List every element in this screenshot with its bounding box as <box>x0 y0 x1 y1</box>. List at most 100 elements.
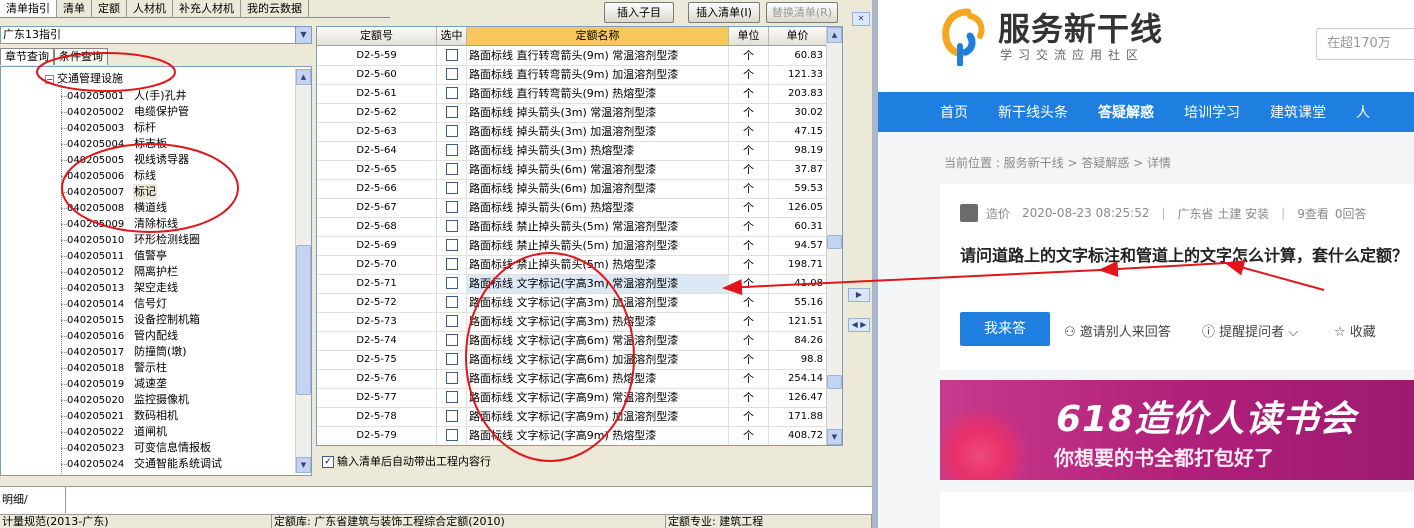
scroll-up-icon[interactable]: ▲ <box>296 69 311 85</box>
tree-item[interactable]: 040205002 电缆保护管 <box>61 104 223 120</box>
tree-item[interactable]: 040205001 人(手)孔井 <box>61 88 223 104</box>
search-input[interactable]: 在超170万 <box>1316 28 1414 60</box>
table-row[interactable]: D2-5-61 路面标线 直行转弯箭头(9m) 热熔型漆个 203.83 <box>317 85 827 104</box>
chevron-down-icon[interactable]: ▼ <box>295 27 311 43</box>
checkbox-icon[interactable] <box>445 296 458 308</box>
select-checkbox[interactable] <box>437 427 467 445</box>
col-quota-name[interactable]: 定额名称 <box>467 27 729 45</box>
tree-item[interactable]: 040205008 横道线 <box>61 200 223 216</box>
col-quota-id[interactable]: 定额号 <box>317 27 437 45</box>
nav-training[interactable]: 培训学习 <box>1184 102 1240 122</box>
table-row[interactable]: D2-5-78 路面标线 文字标记(字高9m) 加温溶剂型漆个 171.88 <box>317 408 827 427</box>
select-checkbox[interactable] <box>437 237 467 255</box>
collect-button[interactable]: ☆ 收藏 <box>1334 321 1376 340</box>
tree-item[interactable]: 040205006 标线 <box>61 168 223 184</box>
table-row[interactable]: D2-5-74 路面标线 文字标记(字高6m) 常温溶剂型漆个 84.26 <box>317 332 827 351</box>
select-checkbox[interactable] <box>437 218 467 236</box>
tree-item[interactable]: 040205014 信号灯 <box>61 296 223 312</box>
grid-scrollbar[interactable]: ▲ ▼ <box>826 27 842 445</box>
table-row[interactable]: D2-5-79 路面标线 文字标记(字高9m) 热熔型漆个 408.72 <box>317 427 827 445</box>
checkbox-icon[interactable] <box>445 391 458 403</box>
nav-classroom[interactable]: 建筑课堂 <box>1270 102 1326 122</box>
checkbox-icon[interactable] <box>445 68 458 80</box>
tree-scrollbar[interactable]: ▲ ▼ <box>295 69 311 473</box>
checkbox-icon[interactable] <box>445 334 458 346</box>
promo-banner[interactable]: 618造价人读书会 你想要的书全都打包好了 <box>940 380 1414 480</box>
tree-item[interactable]: 040205024 交通智能系统调试 <box>61 456 223 472</box>
scroll-down-icon[interactable]: ▼ <box>296 457 311 473</box>
tree-item[interactable]: 040205010 环形检测线圈 <box>61 232 223 248</box>
checkbox-icon[interactable] <box>445 353 458 365</box>
tab-list-guide[interactable]: 清单指引 <box>0 0 57 17</box>
left-right-icon[interactable]: ◀ ▶ <box>848 318 870 332</box>
tab-cloud-data[interactable]: 我的云数据 <box>241 0 309 17</box>
table-row[interactable]: D2-5-60 路面标线 直行转弯箭头(9m) 加温溶剂型漆个 121.33 <box>317 66 827 85</box>
tree-item[interactable]: 040205019 减速垄 <box>61 376 223 392</box>
checkbox-icon[interactable] <box>445 87 458 99</box>
select-checkbox[interactable] <box>437 180 467 198</box>
tree-item[interactable]: 040205023 可变信息情报板 <box>61 440 223 456</box>
checkbox-icon[interactable] <box>445 49 458 61</box>
collapse-icon[interactable]: − <box>45 74 54 84</box>
tree-item[interactable]: 040205021 数码相机 <box>61 408 223 424</box>
tab-labor-material[interactable]: 人材机 <box>127 0 173 17</box>
question-user[interactable]: 造价 <box>986 205 1010 222</box>
table-row[interactable]: D2-5-62 路面标线 掉头箭头(3m) 常温溶剂型漆个 30.02 <box>317 104 827 123</box>
select-checkbox[interactable] <box>437 408 467 426</box>
site-brand[interactable]: 服务新干线 <box>998 4 1163 50</box>
checkbox-icon[interactable] <box>445 239 458 251</box>
table-row[interactable]: D2-5-75 路面标线 文字标记(字高6m) 加温溶剂型漆个 98.8 <box>317 351 827 370</box>
tree-item[interactable]: 040205005 视线诱导器 <box>61 152 223 168</box>
tree-item[interactable]: 040205020 监控摄像机 <box>61 392 223 408</box>
tree-item[interactable]: 040205012 隔离护栏 <box>61 264 223 280</box>
insert-list-button[interactable]: 插入清单(I) <box>688 2 760 23</box>
table-row[interactable]: D2-5-68 路面标线 禁止掉头箭头(5m) 常温溶剂型漆个 60.31 <box>317 218 827 237</box>
tab-supplement[interactable]: 补充人材机 <box>173 0 241 17</box>
tab-chapter-query[interactable]: 章节查询 <box>0 48 54 65</box>
insert-child-button[interactable]: 插入子目 <box>604 2 674 23</box>
select-checkbox[interactable] <box>437 123 467 141</box>
scroll-up-icon[interactable]: ▲ <box>827 27 842 43</box>
tree-item[interactable]: 040205009 清除标线 <box>61 216 223 232</box>
tab-detail[interactable]: 明细/ <box>0 487 66 513</box>
tree-item[interactable]: 040205007 标记 <box>61 184 223 200</box>
tab-quota[interactable]: 定额 <box>92 0 127 17</box>
select-checkbox[interactable] <box>437 85 467 103</box>
select-checkbox[interactable] <box>437 313 467 331</box>
table-row[interactable]: D2-5-63 路面标线 掉头箭头(3m) 加温溶剂型漆个 47.15 <box>317 123 827 142</box>
checkbox-icon[interactable] <box>445 220 458 232</box>
scroll-thumb[interactable] <box>296 245 311 395</box>
scroll-down-icon[interactable]: ▼ <box>827 429 842 445</box>
select-checkbox[interactable] <box>437 275 467 293</box>
table-row[interactable]: D2-5-65 路面标线 掉头箭头(6m) 常温溶剂型漆个 37.87 <box>317 161 827 180</box>
replace-list-button[interactable]: 替换清单(R) <box>766 2 838 23</box>
table-row[interactable]: D2-5-73 路面标线 文字标记(字高3m) 热熔型漆个 121.51 <box>317 313 827 332</box>
table-row[interactable]: D2-5-59 路面标线 直行转弯箭头(9m) 常温溶剂型漆个 60.83 <box>317 47 827 66</box>
checkbox-icon[interactable] <box>445 106 458 118</box>
tree-item[interactable]: 040205018 警示柱 <box>61 360 223 376</box>
checkbox-icon[interactable] <box>445 125 458 137</box>
expand-icon[interactable]: ▶ <box>848 288 870 302</box>
select-checkbox[interactable] <box>437 351 467 369</box>
checkbox-icon[interactable] <box>445 372 458 384</box>
tree-item[interactable]: 040205004 标志板 <box>61 136 223 152</box>
tree-root-node[interactable]: − 交通管理设施 <box>45 72 123 86</box>
nav-more[interactable]: 人 <box>1356 102 1370 122</box>
tree-item[interactable]: 040205003 标杆 <box>61 120 223 136</box>
tab-condition-query[interactable]: 条件查询 <box>54 48 108 65</box>
guide-select[interactable]: 广东13指引 ▼ <box>0 26 312 44</box>
select-checkbox[interactable] <box>437 294 467 312</box>
select-checkbox[interactable] <box>437 256 467 274</box>
select-checkbox[interactable] <box>437 199 467 217</box>
tab-list[interactable]: 清单 <box>57 0 92 17</box>
nav-qa[interactable]: 答疑解惑 <box>1098 102 1154 122</box>
col-unit[interactable]: 单位 <box>729 27 769 45</box>
checkbox-icon[interactable] <box>445 144 458 156</box>
select-checkbox[interactable] <box>437 142 467 160</box>
table-row[interactable]: D2-5-72 路面标线 文字标记(字高3m) 加温溶剂型漆个 55.16 <box>317 294 827 313</box>
select-checkbox[interactable] <box>437 161 467 179</box>
checkbox-icon[interactable] <box>445 258 458 270</box>
scroll-thumb[interactable] <box>827 235 842 249</box>
col-price[interactable]: 单价 <box>769 27 827 45</box>
table-row[interactable]: D2-5-69 路面标线 禁止掉头箭头(5m) 加温溶剂型漆个 94.57 <box>317 237 827 256</box>
